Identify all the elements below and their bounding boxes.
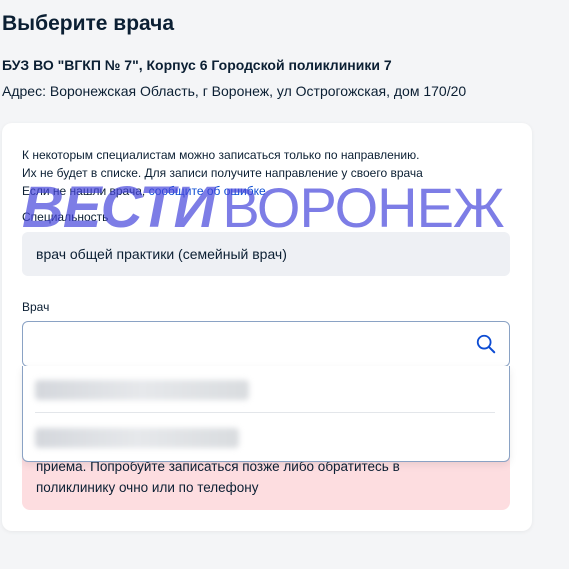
doctor-label: Врач — [22, 300, 50, 314]
notice-line-3-text: Если не нашли врача, — [22, 184, 146, 198]
referral-notice: К некоторым специалистам можно записатьс… — [22, 146, 492, 200]
doctor-option[interactable] — [23, 414, 509, 460]
clinic-name: БУЗ ВО "ВГКП № 7", Корпус 6 Городской по… — [2, 57, 392, 73]
search-icon[interactable] — [475, 333, 497, 355]
redacted-doctor-name — [35, 380, 249, 400]
page-title: Выберите врача — [2, 12, 175, 35]
notice-line-2: Их не будет в списке. Для записи получит… — [22, 166, 423, 180]
notice-line-1: К некоторым специалистам можно записатьс… — [22, 148, 420, 162]
report-error-link[interactable]: сообщите об ошибке — [149, 184, 266, 198]
doctor-option[interactable] — [23, 366, 509, 413]
doctor-search-field — [22, 321, 510, 367]
specialty-value: врач общей практики (семейный врач) — [36, 246, 287, 262]
doctor-dropdown-list — [22, 366, 510, 462]
notice-line-3: Если не нашли врача, сообщите об ошибке — [22, 182, 492, 200]
clinic-address: Адрес: Воронежская Область, г Воронеж, у… — [2, 83, 467, 99]
specialty-label: Специальность — [22, 210, 109, 224]
doctor-search-input[interactable] — [33, 328, 457, 360]
redacted-doctor-name — [35, 428, 239, 448]
error-line-2: поликлинику очно или по телефону — [36, 480, 259, 495]
specialty-field[interactable]: врач общей практики (семейный врач) — [22, 232, 510, 276]
dropdown-divider — [35, 412, 495, 413]
